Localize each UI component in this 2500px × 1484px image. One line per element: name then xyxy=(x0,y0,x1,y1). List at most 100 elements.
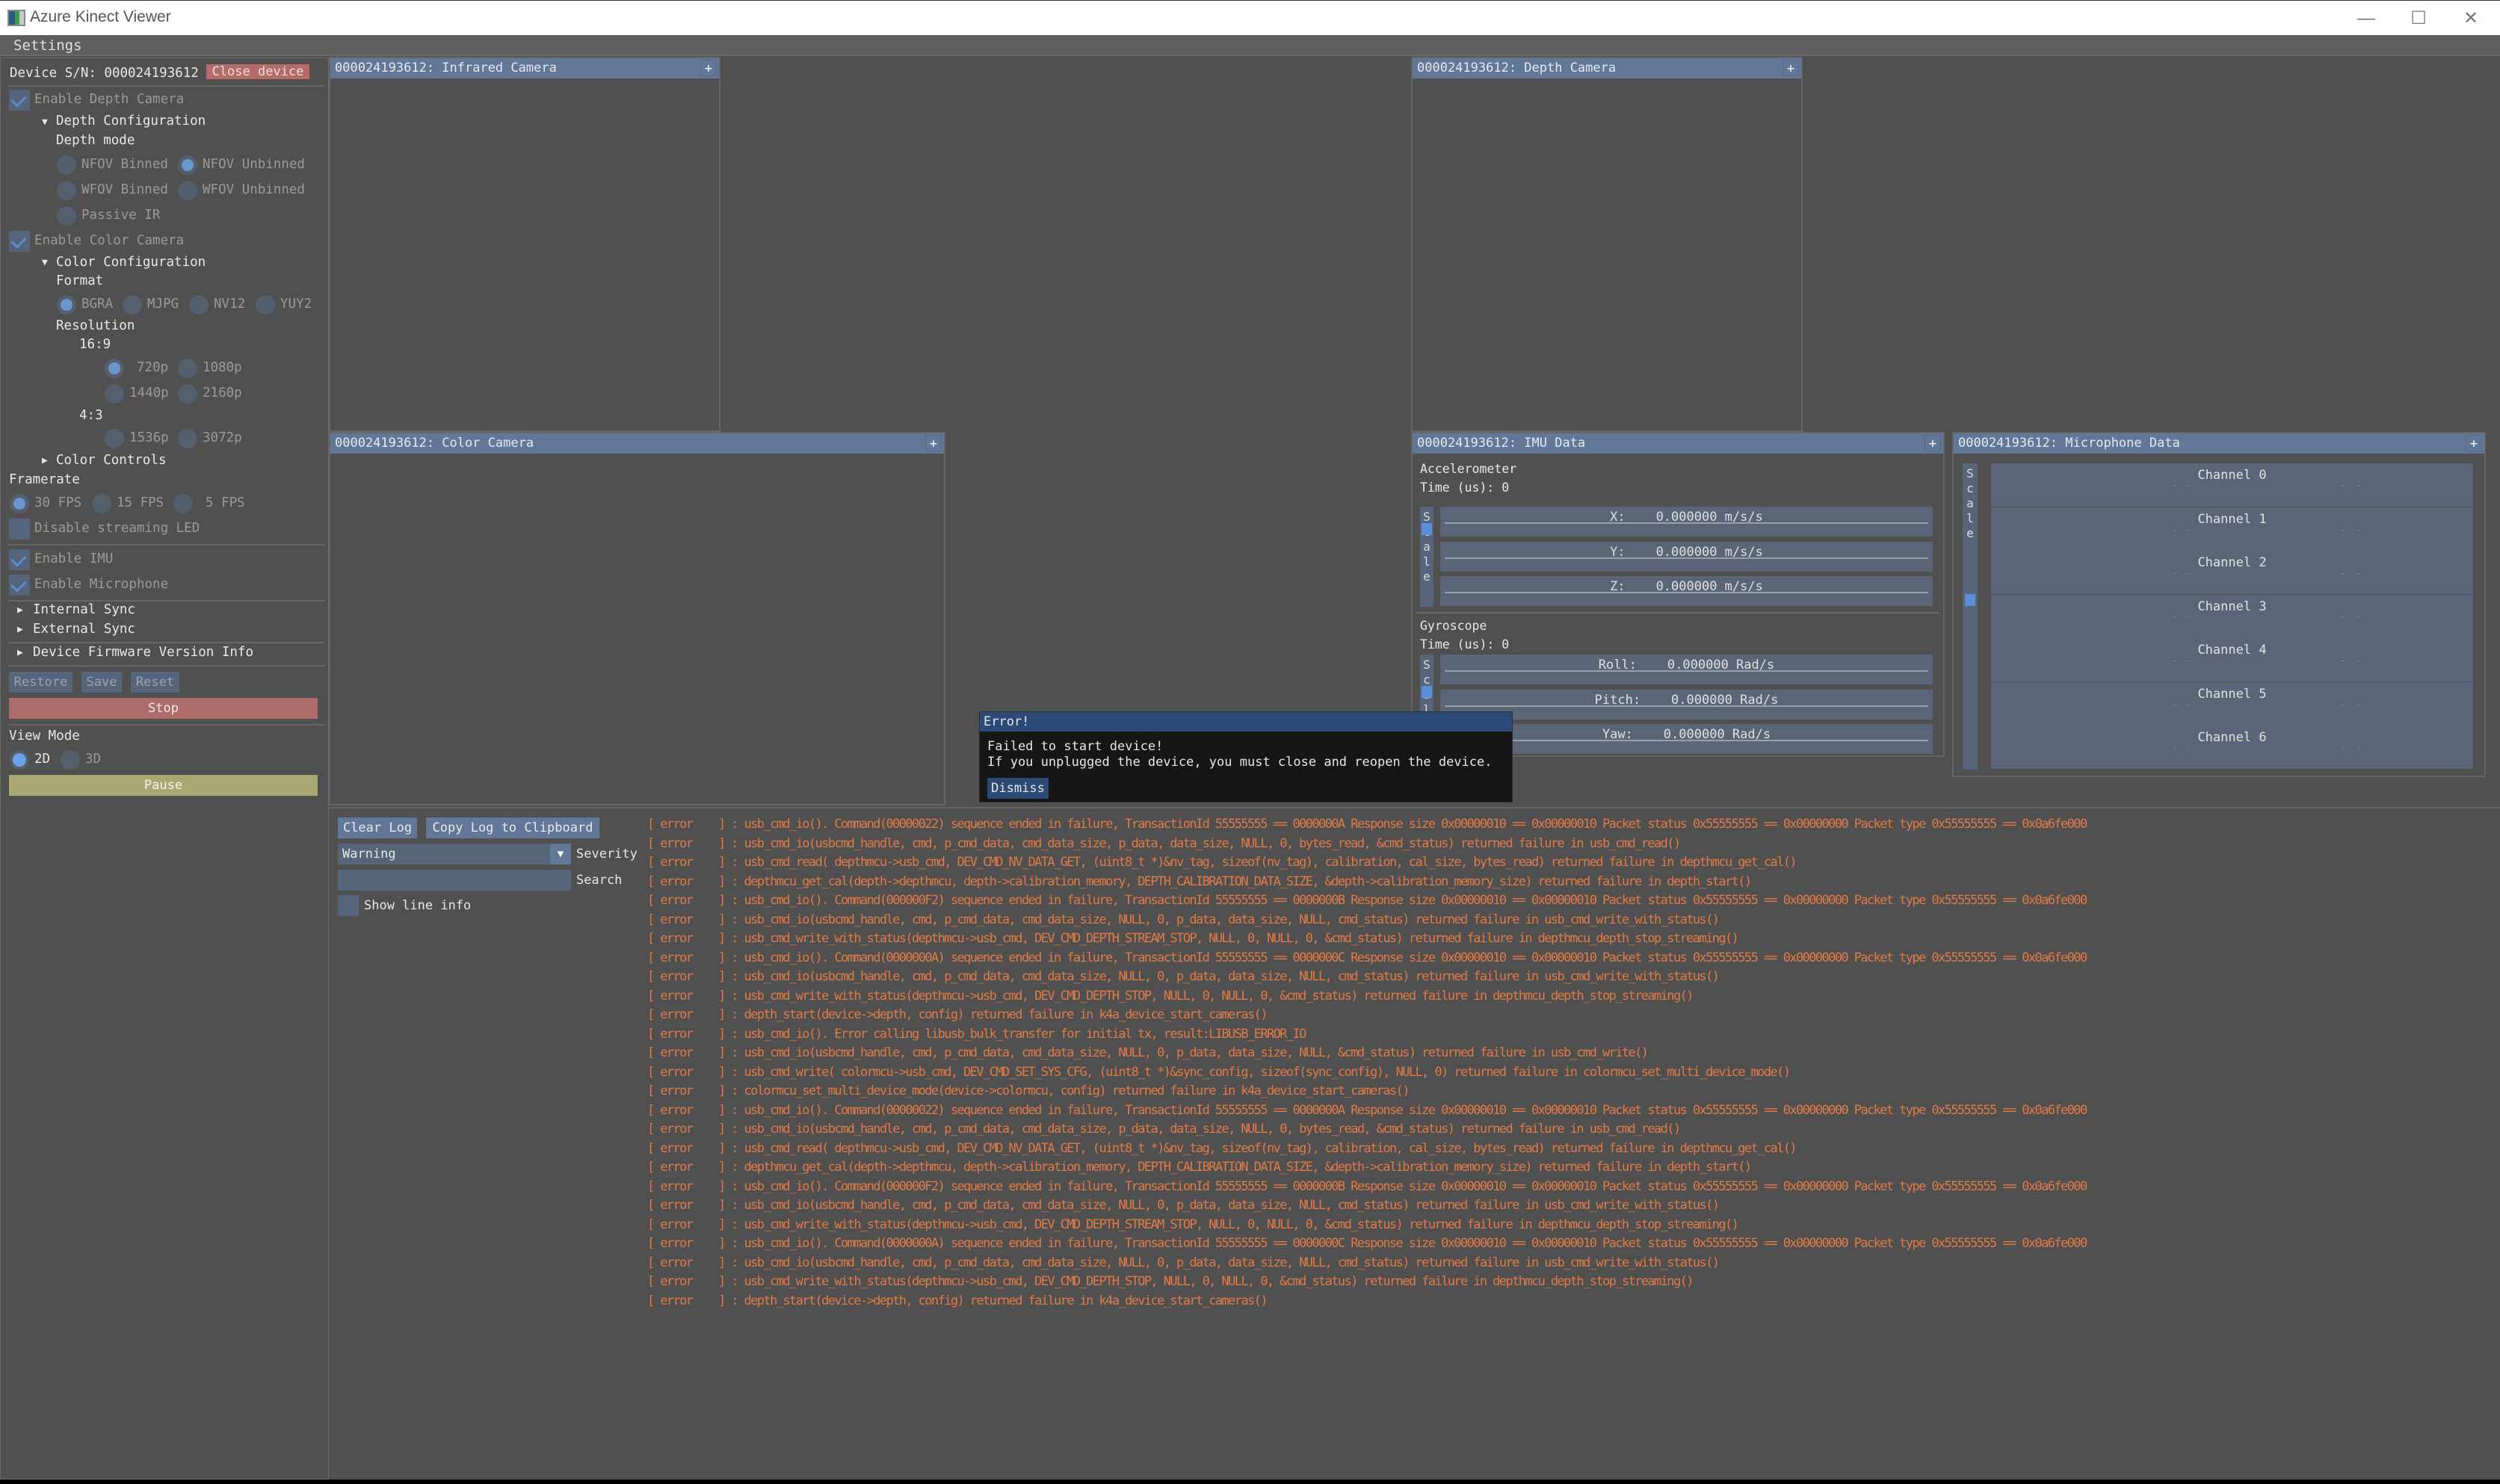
enable-mic-label: Enable Microphone xyxy=(34,577,169,592)
expand-icon[interactable]: + xyxy=(1925,435,1941,451)
log-line: [ error ] : depth_start(device->depth, c… xyxy=(647,1293,1268,1308)
framerate-label: Framerate xyxy=(9,472,80,487)
panel-header[interactable]: 000024193612: Infrared Camera + xyxy=(330,58,719,78)
dismiss-button[interactable]: Dismiss xyxy=(987,778,1049,799)
app-icon xyxy=(7,10,25,26)
menu-settings[interactable]: Settings xyxy=(13,37,82,54)
slider-thumb[interactable] xyxy=(1422,523,1432,535)
internal-sync-header[interactable]: Internal Sync xyxy=(33,602,135,617)
copy-log-button[interactable]: Copy Log to Clipboard xyxy=(426,817,599,838)
radio-view-2d[interactable] xyxy=(10,750,29,770)
passive-ir-label: Passive IR xyxy=(81,208,161,223)
res-2160p-label: 2160p xyxy=(203,386,242,401)
divider xyxy=(8,85,325,87)
radio-15fps[interactable] xyxy=(92,494,111,513)
panel-header[interactable]: 000024193612: Microphone Data + xyxy=(1954,433,2484,454)
chevron-down-icon[interactable]: ▼ xyxy=(550,844,571,865)
resolution-label: Resolution xyxy=(56,318,135,333)
waveform-tick xyxy=(2174,529,2177,531)
severity-dropdown[interactable]: Warning ▼ xyxy=(338,844,571,865)
log-line: [ error ] : usb_cmd_write_with_status(de… xyxy=(647,1274,1694,1289)
gyro-roll-readout: Roll: 0.000000 Rad/s xyxy=(1598,658,1775,673)
nfov-binned-label: NFOV Binned xyxy=(81,157,168,172)
radio-720p[interactable] xyxy=(105,359,124,378)
waveform-tick xyxy=(2357,616,2360,618)
error-dialog-header[interactable]: Error! xyxy=(980,712,1512,732)
radio-wfov-unbinned[interactable] xyxy=(178,181,197,200)
chevron-down-icon[interactable]: ▼ xyxy=(42,117,48,128)
waveform-tick xyxy=(2174,573,2177,574)
radio-nv12[interactable] xyxy=(189,295,209,315)
external-sync-header[interactable]: External Sync xyxy=(33,622,135,637)
radio-passive-ir[interactable] xyxy=(57,206,76,226)
accelerometer-scale-slider[interactable]: Scale xyxy=(1420,507,1433,607)
chevron-down-icon[interactable]: ▼ xyxy=(42,257,48,268)
chevron-right-icon[interactable]: ▶ xyxy=(42,455,48,466)
clear-log-button[interactable]: Clear Log xyxy=(338,817,417,838)
infrared-camera-title: 000024193612: Infrared Camera xyxy=(335,61,557,75)
radio-5fps[interactable] xyxy=(173,494,193,513)
radio-1440p[interactable] xyxy=(105,384,124,404)
accel-x-bar: X: 0.000000 m/s/s xyxy=(1440,507,1933,537)
channel-label: Channel 1 xyxy=(2197,511,2267,527)
disable-led-checkbox[interactable] xyxy=(9,519,30,540)
chevron-right-icon[interactable]: ▶ xyxy=(17,624,23,635)
radio-wfov-binned[interactable] xyxy=(57,181,76,200)
expand-icon[interactable]: + xyxy=(1783,60,1799,76)
radio-bgra[interactable] xyxy=(57,295,76,315)
radio-nfov-binned[interactable] xyxy=(57,155,76,175)
close-device-button[interactable]: Close device xyxy=(206,64,309,79)
expand-icon[interactable]: + xyxy=(925,435,942,451)
channel-label: Channel 2 xyxy=(2197,555,2267,570)
color-controls-header[interactable]: Color Controls xyxy=(56,453,167,468)
panel-header[interactable]: 000024193612: IMU Data + xyxy=(1413,433,1943,454)
waveform-tick xyxy=(2174,616,2177,618)
radio-1080p[interactable] xyxy=(178,359,197,378)
minimize-button[interactable]: — xyxy=(2339,1,2393,36)
radio-nfov-unbinned[interactable] xyxy=(178,155,197,175)
error-dialog: Error! Failed to start device! If you un… xyxy=(979,711,1513,803)
divider xyxy=(8,600,325,602)
log-line: [ error ] : usb_cmd_io(usbcmd_handle, cm… xyxy=(647,912,1720,927)
chevron-right-icon[interactable]: ▶ xyxy=(17,605,23,616)
search-input[interactable] xyxy=(338,870,571,891)
slider-thumb[interactable] xyxy=(1422,686,1432,698)
radio-3072p[interactable] xyxy=(178,429,197,448)
save-button[interactable]: Save xyxy=(81,672,122,693)
panel-header[interactable]: 000024193612: Depth Camera + xyxy=(1413,58,1801,78)
yuy2-label: YUY2 xyxy=(280,297,312,312)
radio-1536p[interactable] xyxy=(105,429,124,448)
res-720p-label: 720p xyxy=(137,360,169,375)
depth-camera-panel: 000024193612: Depth Camera + xyxy=(1411,57,1803,432)
chevron-right-icon[interactable]: ▶ xyxy=(17,647,23,658)
expand-icon[interactable]: + xyxy=(700,60,717,76)
restore-button[interactable]: Restore xyxy=(9,672,72,693)
radio-view-3d[interactable] xyxy=(61,750,80,770)
close-window-button[interactable]: ✕ xyxy=(2444,1,2498,36)
reset-button[interactable]: Reset xyxy=(131,672,179,693)
panel-header[interactable]: 000024193612: Color Camera + xyxy=(330,433,944,454)
radio-yuy2[interactable] xyxy=(256,295,275,315)
depth-config-header[interactable]: Depth Configuration xyxy=(56,114,206,129)
color-config-header[interactable]: Color Configuration xyxy=(56,255,206,270)
severity-label: Severity xyxy=(576,847,638,862)
waveform-tick xyxy=(2341,616,2344,618)
slider-thumb[interactable] xyxy=(1965,594,1975,606)
accelerometer-time: Time (us): 0 xyxy=(1420,480,1510,495)
radio-30fps[interactable] xyxy=(10,494,29,513)
log-line: [ error ] : usb_cmd_io(). Command(000000… xyxy=(647,893,2087,908)
enable-imu-checkbox[interactable] xyxy=(9,549,30,570)
show-line-info-checkbox[interactable] xyxy=(338,895,359,916)
enable-mic-checkbox[interactable] xyxy=(9,575,30,596)
radio-mjpg[interactable] xyxy=(123,295,142,315)
enable-color-checkbox[interactable] xyxy=(9,231,30,252)
view-3d-label: 3D xyxy=(85,752,102,767)
maximize-button[interactable]: ☐ xyxy=(2392,1,2445,36)
expand-icon[interactable]: + xyxy=(2466,435,2482,451)
stop-button[interactable]: Stop xyxy=(9,698,318,719)
pause-button[interactable]: Pause xyxy=(9,775,318,796)
radio-2160p[interactable] xyxy=(178,384,197,404)
firmware-info-header[interactable]: Device Firmware Version Info xyxy=(33,645,253,660)
microphone-scale-slider[interactable]: Scale xyxy=(1963,463,1978,770)
enable-depth-checkbox[interactable] xyxy=(9,90,30,111)
